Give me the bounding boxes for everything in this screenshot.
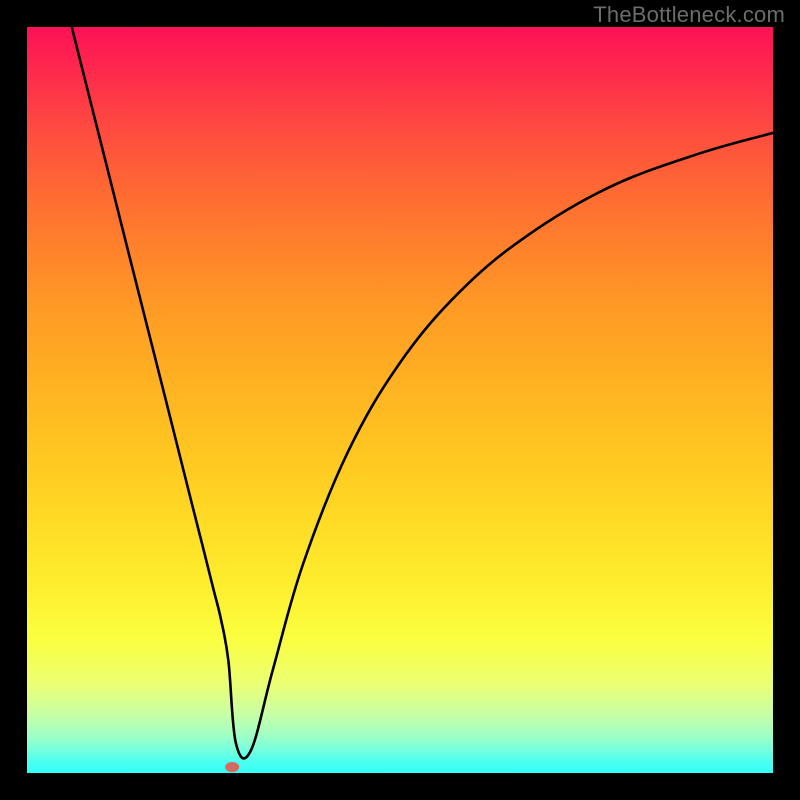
attribution-text: TheBottleneck.com xyxy=(593,2,785,28)
chart-frame: TheBottleneck.com xyxy=(0,0,800,800)
bottleneck-curve xyxy=(72,27,773,758)
optimal-point-marker xyxy=(225,762,239,772)
plot-area xyxy=(27,27,773,773)
plot-svg xyxy=(27,27,773,773)
